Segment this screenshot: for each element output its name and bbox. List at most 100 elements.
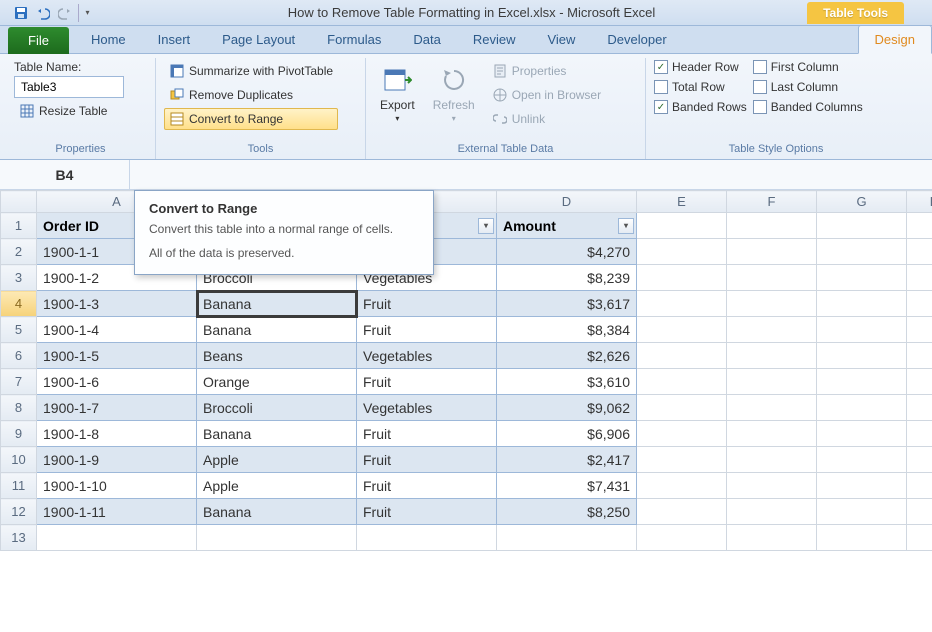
- cell[interactable]: [727, 499, 817, 525]
- open-in-browser-button[interactable]: Open in Browser: [487, 84, 606, 106]
- cell[interactable]: [637, 473, 727, 499]
- cell[interactable]: Broccoli: [197, 395, 357, 421]
- cell[interactable]: [637, 265, 727, 291]
- cell[interactable]: [907, 317, 932, 343]
- cell[interactable]: [727, 239, 817, 265]
- cell[interactable]: $4,270: [497, 239, 637, 265]
- row-header[interactable]: 10: [1, 447, 37, 473]
- remove-duplicates-button[interactable]: Remove Duplicates: [164, 84, 338, 106]
- cell[interactable]: $9,062: [497, 395, 637, 421]
- cell[interactable]: [637, 369, 727, 395]
- cell[interactable]: [817, 525, 907, 551]
- cell[interactable]: Apple: [197, 473, 357, 499]
- tab-data[interactable]: Data: [397, 26, 456, 53]
- cell[interactable]: $2,626: [497, 343, 637, 369]
- undo-icon[interactable]: [34, 4, 52, 22]
- cell[interactable]: [727, 291, 817, 317]
- cell[interactable]: $3,617: [497, 291, 637, 317]
- table-header-cell[interactable]: Amount▾: [497, 213, 637, 239]
- cell[interactable]: Fruit: [357, 369, 497, 395]
- row-header[interactable]: 13: [1, 525, 37, 551]
- cell[interactable]: 1900-1-11: [37, 499, 197, 525]
- col-header-G[interactable]: G: [817, 191, 907, 213]
- cell[interactable]: [907, 395, 932, 421]
- cell[interactable]: [727, 369, 817, 395]
- option-banded-rows[interactable]: ✓ Banded Rows: [654, 100, 747, 114]
- cell[interactable]: $3,610: [497, 369, 637, 395]
- option-first-column[interactable]: First Column: [753, 60, 863, 74]
- cell[interactable]: $8,250: [497, 499, 637, 525]
- cell[interactable]: [817, 447, 907, 473]
- cell[interactable]: Banana: [197, 421, 357, 447]
- summarize-pivot-button[interactable]: Summarize with PivotTable: [164, 60, 338, 82]
- cell[interactable]: 1900-1-8: [37, 421, 197, 447]
- cell[interactable]: [907, 239, 932, 265]
- cell[interactable]: [727, 265, 817, 291]
- cell[interactable]: [637, 395, 727, 421]
- name-box[interactable]: B4: [0, 160, 130, 189]
- cell[interactable]: $6,906: [497, 421, 637, 447]
- table-name-input[interactable]: [14, 76, 124, 98]
- qat-dropdown-icon[interactable]: ▾: [78, 4, 96, 22]
- redo-icon[interactable]: [56, 4, 74, 22]
- cell[interactable]: [727, 473, 817, 499]
- cell[interactable]: 1900-1-10: [37, 473, 197, 499]
- filter-dropdown-icon[interactable]: ▾: [618, 218, 634, 234]
- row-header[interactable]: 6: [1, 343, 37, 369]
- option-banded-columns[interactable]: Banded Columns: [753, 100, 863, 114]
- cell[interactable]: Vegetables: [357, 343, 497, 369]
- export-button[interactable]: Export ▾: [374, 60, 421, 141]
- cell[interactable]: [637, 239, 727, 265]
- tab-page-layout[interactable]: Page Layout: [206, 26, 311, 53]
- row-header[interactable]: 1: [1, 213, 37, 239]
- cell[interactable]: 1900-1-5: [37, 343, 197, 369]
- col-header-E[interactable]: E: [637, 191, 727, 213]
- cell[interactable]: 1900-1-4: [37, 317, 197, 343]
- cell[interactable]: [727, 525, 817, 551]
- cell[interactable]: [817, 291, 907, 317]
- cell[interactable]: [637, 317, 727, 343]
- cell[interactable]: Orange: [197, 369, 357, 395]
- cell[interactable]: [907, 265, 932, 291]
- cell[interactable]: [907, 447, 932, 473]
- cell[interactable]: [37, 525, 197, 551]
- cell[interactable]: [357, 525, 497, 551]
- tab-home[interactable]: Home: [75, 26, 142, 53]
- cell[interactable]: Beans: [197, 343, 357, 369]
- convert-to-range-button[interactable]: Convert to Range: [164, 108, 338, 130]
- cell[interactable]: [637, 291, 727, 317]
- cell[interactable]: [637, 213, 727, 239]
- tab-review[interactable]: Review: [457, 26, 532, 53]
- tab-view[interactable]: View: [531, 26, 591, 53]
- option-last-column[interactable]: Last Column: [753, 80, 863, 94]
- cell[interactable]: [907, 473, 932, 499]
- row-header[interactable]: 3: [1, 265, 37, 291]
- cell[interactable]: Fruit: [357, 447, 497, 473]
- table-properties-button[interactable]: Properties: [487, 60, 606, 82]
- cell[interactable]: [727, 213, 817, 239]
- row-header[interactable]: 11: [1, 473, 37, 499]
- cell[interactable]: Banana: [197, 291, 357, 317]
- cell[interactable]: Fruit: [357, 421, 497, 447]
- tab-insert[interactable]: Insert: [142, 26, 207, 53]
- cell[interactable]: [817, 395, 907, 421]
- cell[interactable]: [197, 525, 357, 551]
- cell[interactable]: [727, 343, 817, 369]
- refresh-button[interactable]: Refresh ▾: [427, 60, 481, 141]
- cell[interactable]: [817, 369, 907, 395]
- cell[interactable]: [637, 343, 727, 369]
- option-header-row[interactable]: ✓ Header Row: [654, 60, 747, 74]
- cell[interactable]: [727, 317, 817, 343]
- cell[interactable]: 1900-1-9: [37, 447, 197, 473]
- cell[interactable]: [637, 447, 727, 473]
- cell[interactable]: [727, 395, 817, 421]
- cell[interactable]: Fruit: [357, 291, 497, 317]
- cell[interactable]: [907, 213, 932, 239]
- cell[interactable]: Banana: [197, 317, 357, 343]
- cell[interactable]: [907, 291, 932, 317]
- cell[interactable]: [497, 525, 637, 551]
- cell[interactable]: [817, 317, 907, 343]
- cell[interactable]: [907, 499, 932, 525]
- cell[interactable]: [817, 473, 907, 499]
- row-header[interactable]: 2: [1, 239, 37, 265]
